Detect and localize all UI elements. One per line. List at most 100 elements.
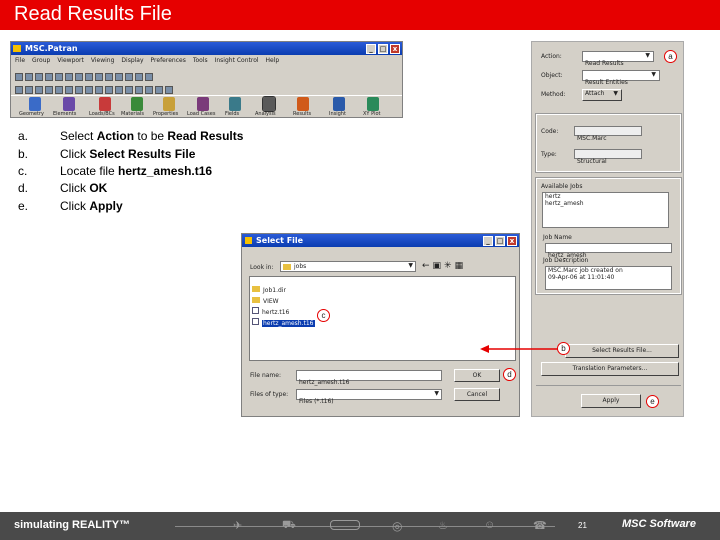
- hidden-line-icon[interactable]: [65, 86, 73, 94]
- step-text-plain: Click: [60, 147, 90, 161]
- job-desc-textarea[interactable]: MSC.Marc job created on 09-Apr-06 at 11:…: [545, 266, 672, 290]
- step-text-bold: hertz_amesh.t16: [118, 164, 213, 178]
- print-icon[interactable]: [45, 73, 53, 81]
- menu-insight-control[interactable]: Insight Control: [215, 57, 259, 66]
- materials-icon[interactable]: [131, 97, 143, 111]
- view-icon[interactable]: [105, 73, 113, 81]
- list-item[interactable]: hertz_amesh: [543, 200, 668, 207]
- job-name-label: Job Name: [543, 234, 572, 241]
- app-label-loads: Loads/BCs: [89, 111, 115, 117]
- list-item-selected[interactable]: hertz_amesh.t16: [250, 312, 515, 327]
- menu-help[interactable]: Help: [266, 57, 280, 66]
- results-panel: Action: Read Results ▼ Object: Result Ent…: [531, 41, 684, 417]
- zoom-icon[interactable]: [115, 73, 123, 81]
- step-text-plain: Locate file: [60, 164, 119, 178]
- properties-icon[interactable]: [163, 97, 175, 111]
- step-a: a. Select Action to be Read Results: [18, 129, 243, 143]
- menu-file[interactable]: File: [15, 57, 25, 66]
- close-button[interactable]: x: [507, 236, 517, 246]
- loads-bcs-icon[interactable]: [99, 97, 111, 111]
- show-icon[interactable]: [155, 86, 163, 94]
- menu-display[interactable]: Display: [121, 57, 143, 66]
- list-item[interactable]: Job1.dir: [250, 279, 515, 294]
- geometry-icon[interactable]: [29, 97, 41, 111]
- erase-icon[interactable]: [135, 86, 143, 94]
- callout-a: a: [664, 50, 677, 63]
- insight-icon[interactable]: [333, 97, 345, 111]
- jobs-label: Available Jobs: [541, 183, 583, 190]
- maximize-button[interactable]: □: [378, 44, 388, 54]
- undo-icon[interactable]: [65, 73, 73, 81]
- code-value: MSC.Marc: [577, 135, 607, 142]
- front-view-icon[interactable]: [15, 86, 23, 94]
- elements-app-icon[interactable]: [63, 97, 75, 111]
- analysis-icon[interactable]: [262, 96, 276, 112]
- shaded-icon[interactable]: [75, 86, 83, 94]
- fit-icon[interactable]: [145, 73, 153, 81]
- list-item[interactable]: VIEW: [250, 290, 515, 305]
- minimize-button[interactable]: _: [366, 44, 376, 54]
- pan-icon[interactable]: [125, 73, 133, 81]
- menu-viewing[interactable]: Viewing: [91, 57, 115, 66]
- patran-toolbar-row2: [14, 82, 399, 94]
- elements-icon[interactable]: [115, 86, 123, 94]
- list-item[interactable]: hertz: [543, 193, 668, 200]
- new-icon[interactable]: [15, 73, 23, 81]
- plot-icon[interactable]: [125, 86, 133, 94]
- file-name-input[interactable]: hertz_amesh.t16: [296, 370, 442, 386]
- patran-window-title: MSC.Patran: [25, 44, 78, 53]
- navigation-icons[interactable]: ←▣✳▦: [422, 261, 466, 271]
- nodes-icon[interactable]: [105, 86, 113, 94]
- close-button[interactable]: x: [390, 44, 400, 54]
- select-results-file-button[interactable]: Select Results File...: [565, 344, 679, 358]
- method-select[interactable]: Attach ▼: [582, 89, 622, 101]
- step-text: Locate file hertz_amesh.t16: [60, 164, 212, 178]
- code-type-group: Code: MSC.Marc Type: Structural: [535, 113, 682, 173]
- file-list[interactable]: Job1.dir VIEW hertz.t16 hertz_amesh.t16: [249, 276, 516, 361]
- copy-icon[interactable]: [55, 73, 63, 81]
- rotate-icon[interactable]: [135, 73, 143, 81]
- step-text-plain: Click: [60, 181, 90, 195]
- results-icon[interactable]: [297, 97, 309, 111]
- file-type-select[interactable]: Files (*.t16) ▼: [296, 389, 442, 405]
- side-view-icon[interactable]: [35, 86, 43, 94]
- look-in-select[interactable]: jobs ▼: [280, 261, 416, 272]
- action-select[interactable]: Read Results ▼: [582, 51, 654, 67]
- app-label-elements: Elements: [53, 111, 77, 117]
- dialog-app-icon: [245, 237, 252, 244]
- job-name-input[interactable]: hertz_amesh: [545, 243, 672, 259]
- look-in-value: jobs: [294, 263, 307, 270]
- app-label-fields: Fields: [225, 111, 240, 117]
- patran-window: MSC.Patran _ □ x File Group Viewport Vie…: [10, 41, 403, 118]
- save-icon[interactable]: [35, 73, 43, 81]
- top-view-icon[interactable]: [25, 86, 33, 94]
- object-select[interactable]: Result Entities ▼: [582, 70, 660, 86]
- labels-icon[interactable]: [95, 86, 103, 94]
- step-text: Click Apply: [60, 199, 123, 213]
- abort-icon[interactable]: [75, 73, 83, 81]
- hide-icon[interactable]: [165, 86, 173, 94]
- minimize-button[interactable]: _: [483, 236, 493, 246]
- color-icon[interactable]: [145, 86, 153, 94]
- menu-group[interactable]: Group: [32, 57, 50, 66]
- load-cases-icon[interactable]: [197, 97, 209, 111]
- smooth-icon[interactable]: [85, 86, 93, 94]
- job-desc-label: Job Description: [543, 257, 589, 264]
- menu-preferences[interactable]: Preferences: [151, 57, 186, 66]
- select-icon[interactable]: [95, 73, 103, 81]
- iso-view-icon[interactable]: [45, 86, 53, 94]
- open-icon[interactable]: [25, 73, 33, 81]
- refresh-icon[interactable]: [85, 73, 93, 81]
- fields-icon[interactable]: [229, 97, 241, 111]
- apply-button[interactable]: Apply: [581, 394, 641, 408]
- maximize-button[interactable]: □: [495, 236, 505, 246]
- list-item[interactable]: hertz.t16: [250, 301, 515, 316]
- menu-tools[interactable]: Tools: [193, 57, 208, 66]
- menu-viewport[interactable]: Viewport: [57, 57, 84, 66]
- ok-button[interactable]: OK: [454, 369, 500, 382]
- jobs-list[interactable]: hertz hertz_amesh: [542, 192, 669, 228]
- cancel-button[interactable]: Cancel: [454, 388, 500, 401]
- translation-parameters-button[interactable]: Translation Parameters...: [541, 362, 679, 376]
- wireframe-icon[interactable]: [55, 86, 63, 94]
- xy-plot-icon[interactable]: [367, 97, 379, 111]
